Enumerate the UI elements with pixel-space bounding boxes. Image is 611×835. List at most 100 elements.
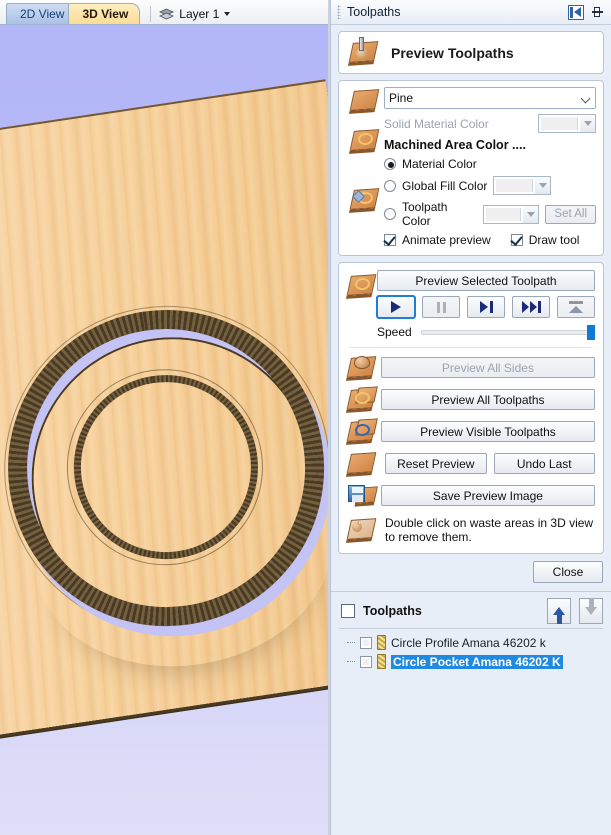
waste-hint-line1: Double click on waste areas in 3D view [385,516,594,530]
pause-button[interactable] [422,296,460,318]
preview-visible-toolpaths-button[interactable]: Preview Visible Toolpaths [380,421,595,442]
all-sides-icon [346,354,377,381]
move-up-button[interactable] [547,598,571,624]
solid-material-color-row: Solid Material Color [384,114,596,133]
play-button[interactable] [376,295,416,319]
fast-forward-button[interactable] [512,296,550,318]
solid-material-color-button[interactable] [538,114,596,133]
toolpath-geometry [0,79,330,734]
application-window: 2D View 3D View Layer 1 Toolpaths Previe… [0,0,611,835]
toolpath-color-button[interactable] [483,204,540,224]
toolpaths-list-header: Toolpaths [331,592,611,628]
step-button[interactable] [467,296,505,318]
save-preview-image-button[interactable]: Save Preview Image [380,485,595,506]
layer-selector[interactable]: Layer 1 [159,7,231,21]
list-divider [339,628,603,629]
preview-all-sides-button[interactable]: Preview All Sides [380,357,595,378]
radio-material-color[interactable]: Material Color [384,157,596,171]
slider-thumb[interactable] [587,325,595,340]
pause-icon [436,301,446,313]
all-toolpaths-icon [346,386,378,413]
endmill-bit-icon [377,635,386,650]
global-fill-color-button[interactable] [493,176,552,195]
chevron-down-icon [523,205,539,223]
color-swatch [541,117,578,130]
radio-icon [384,208,396,220]
close-row: Close [331,554,611,589]
fast-forward-icon [521,301,541,313]
radio-label: Toolpath Color [402,200,448,228]
arrow-down-icon [585,598,597,615]
auto-hide-icon[interactable] [568,4,584,20]
radio-icon [384,158,396,170]
tab-3d-view[interactable]: 3D View [68,3,141,24]
material-icons-column [346,87,384,247]
animate-tool-icon [349,186,380,213]
arrow-up-icon [553,607,565,624]
speed-slider[interactable] [420,325,595,340]
toolpath-list-item[interactable]: Circle Profile Amana 46202 k [337,633,605,652]
toolpaths-list-section: Toolpaths Circle Profile Amana 46202 k C… [331,591,611,677]
preview-header-card: Preview Toolpaths [338,31,604,74]
toolpath-name: Circle Profile Amana 46202 k [391,635,546,650]
endmill-bit-icon [377,654,386,669]
viewport-pane: 2D View 3D View Layer 1 [0,0,330,835]
draw-tool-checkbox[interactable] [510,234,523,246]
preview-all-toolpaths-button[interactable]: Preview All Toolpaths [380,389,595,410]
step-forward-icon [479,301,493,313]
close-button[interactable]: Close [533,561,603,583]
material-color-group: Pine Solid Material Color Machined Area … [338,80,604,256]
chevron-down-icon[interactable] [224,12,231,16]
color-swatch [486,207,522,221]
toolpaths-panel: Toolpaths Preview Toolpaths Pine Solid M… [330,0,611,835]
color-swatch [496,179,534,192]
tree-connector [347,661,355,662]
grip-dots-icon[interactable] [337,5,341,19]
toolpath-name-selected: Circle Pocket Amana 46202 K [391,654,563,669]
waste-hint-line2: to remove them. [385,530,472,544]
draw-tool-label: Draw tool [528,233,580,247]
chevron-down-icon [535,177,551,194]
toolpaths-master-checkbox[interactable] [341,604,355,618]
reset-preview-icon [346,450,377,477]
toolpath-visibility-checkbox[interactable] [360,636,372,649]
set-all-button[interactable]: Set All [545,204,596,224]
tab-2d-view[interactable]: 2D View [6,3,77,24]
toolpaths-list: Circle Profile Amana 46202 k Circle Pock… [331,628,611,677]
save-image-icon [347,482,378,509]
machined-area-color-title: Machined Area Color .... [384,138,526,152]
view-tabbar: 2D View 3D View Layer 1 [0,0,330,25]
skip-to-top-icon [569,301,583,313]
solid-material-color-label: Solid Material Color [384,116,489,131]
panel-title: Toolpaths [347,5,401,19]
section-divider [349,347,593,348]
preview-toggles-row: Animate preview Draw tool [384,233,596,247]
pin-icon[interactable] [590,4,606,20]
material-select[interactable]: Pine [384,87,596,109]
toolpath-visibility-checkbox[interactable] [360,655,372,668]
radio-label: Material Color [402,157,477,171]
move-down-button[interactable] [579,598,603,624]
radio-global-fill-color[interactable]: Global Fill Color [384,176,596,195]
preview-selected-toolpath-button[interactable]: Preview Selected Toolpath [377,270,595,291]
radio-icon [384,179,396,192]
preview-toolpaths-title: Preview Toolpaths [391,44,514,61]
reset-to-end-button[interactable] [557,296,595,318]
material-controls-column: Pine Solid Material Color Machined Area … [384,87,596,247]
tool-on-block-icon [348,37,379,66]
panel-titlebar: Toolpaths [331,0,611,25]
speed-label: Speed [377,325,412,339]
machined-area-title-row: Machined Area Color .... [384,138,596,152]
toolpath-list-item[interactable]: Circle Pocket Amana 46202 K [337,652,605,671]
undo-last-button[interactable]: Undo Last [493,453,595,474]
animate-preview-label: Animate preview [402,233,491,247]
tree-connector [347,642,355,643]
material-combo-wrap: Pine [384,87,596,109]
material-block-icon [349,87,380,114]
radio-label: Global Fill Color [402,178,488,193]
radio-toolpath-color[interactable]: Toolpath Color Set All [384,200,596,228]
reset-preview-button[interactable]: Reset Preview [385,453,487,474]
3d-viewport[interactable] [0,25,330,835]
layer-stack-icon [159,8,175,19]
animate-preview-checkbox[interactable] [384,234,396,246]
